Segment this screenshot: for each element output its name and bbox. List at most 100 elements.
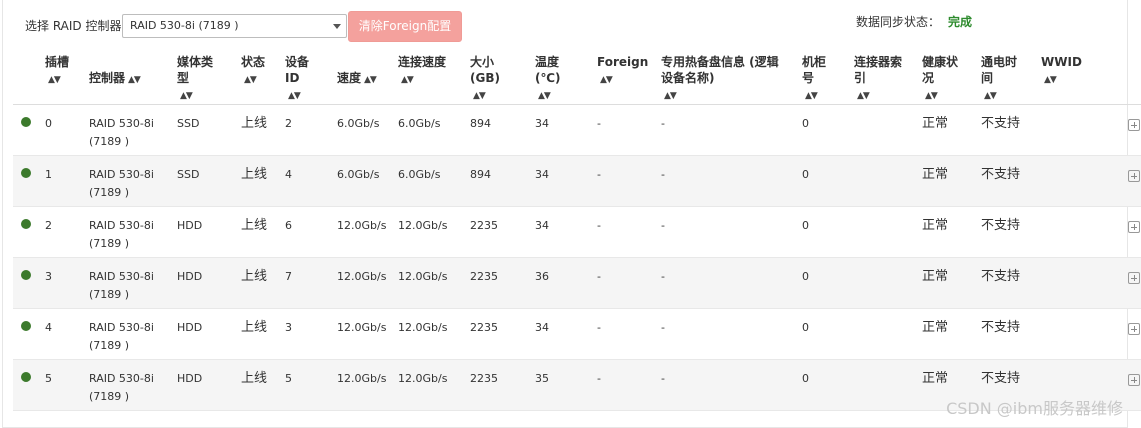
cell-device-id: 4 <box>285 168 292 181</box>
sort-arrows-icon: ▲▼ <box>473 91 486 101</box>
sort-arrows-icon: ▲▼ <box>600 75 613 85</box>
header-link-speed[interactable]: 连接速度 ▲▼ <box>396 46 468 105</box>
sort-arrows-icon: ▲▼ <box>538 91 551 101</box>
header-foreign[interactable]: Foreign ▲▼ <box>595 46 659 105</box>
status-dot-icon <box>21 321 31 331</box>
header-device-id[interactable]: 设备ID ▲▼ <box>283 46 335 105</box>
header-health[interactable]: 健康状况 ▲▼ <box>920 46 979 105</box>
cell-temp: 34 <box>535 219 549 232</box>
header-state[interactable]: 状态 ▲▼ <box>239 46 283 105</box>
sort-arrows-icon: ▲▼ <box>805 91 818 101</box>
cell-power-on: 不支持 <box>981 218 1021 233</box>
table-row[interactable]: 2 RAID 530-8i (7189 ) HDD 上线 6 12.0Gb/s 12.0Gb… <box>13 207 1141 258</box>
cell-state: 上线 <box>241 320 268 335</box>
status-dot-icon <box>21 219 31 229</box>
header-controller[interactable]: 控制器 ▲▼ <box>87 46 175 105</box>
cell-slot: 1 <box>45 168 52 181</box>
cell-size: 2235 <box>470 270 498 283</box>
cell-link-speed: 12.0Gb/s <box>398 219 448 232</box>
cell-connector <box>852 156 920 207</box>
expand-plus-icon[interactable] <box>1128 323 1140 335</box>
cell-foreign: - <box>597 270 601 283</box>
clear-foreign-button[interactable]: 清除Foreign配置 <box>348 11 462 42</box>
header-size[interactable]: 大小(GB) ▲▼ <box>468 46 533 105</box>
cell-power-on: 不支持 <box>981 167 1021 182</box>
toolbar: 选择 RAID 控制器 RAID 530-8i (7189 ) 清除Foreig… <box>3 0 1127 46</box>
cell-connector <box>852 207 920 258</box>
cell-temp: 34 <box>535 321 549 334</box>
cell-size: 2235 <box>470 219 498 232</box>
cell-foreign: - <box>597 168 601 181</box>
cell-foreign: - <box>597 321 601 334</box>
header-speed[interactable]: 速度 ▲▼ <box>335 46 396 105</box>
expand-plus-icon[interactable] <box>1128 119 1140 131</box>
table-row[interactable]: 4 RAID 530-8i (7189 ) HDD 上线 3 12.0Gb/s 12.0Gb… <box>13 309 1141 360</box>
cell-state: 上线 <box>241 371 268 386</box>
cell-temp: 34 <box>535 168 549 181</box>
cell-state: 上线 <box>241 116 268 131</box>
cell-media: HDD <box>177 270 203 283</box>
cell-wwid <box>1039 105 1120 156</box>
header-enclosure[interactable]: 机柜号 ▲▼ <box>800 46 852 105</box>
controller-select[interactable]: RAID 530-8i (7189 ) <box>122 14 347 38</box>
header-connector-index[interactable]: 连接器索引 ▲▼ <box>852 46 920 105</box>
cell-enclosure: 0 <box>802 321 809 334</box>
cell-link-speed: 6.0Gb/s <box>398 117 441 130</box>
expand-plus-icon[interactable] <box>1128 374 1140 386</box>
cell-wwid <box>1039 207 1120 258</box>
cell-link-speed: 12.0Gb/s <box>398 321 448 334</box>
cell-speed: 12.0Gb/s <box>337 372 387 385</box>
header-wwid[interactable]: WWID ▲▼ <box>1039 46 1120 105</box>
row-expand-cell <box>1120 207 1141 258</box>
cell-enclosure: 0 <box>802 117 809 130</box>
table-row[interactable]: 1 RAID 530-8i (7189 ) SSD 上线 4 6.0Gb/s 6.0Gb/s… <box>13 155 1141 207</box>
cell-health: 正常 <box>922 269 949 284</box>
sort-arrows-icon: ▲▼ <box>128 75 141 85</box>
header-hotspare-info[interactable]: 专用热备盘信息 (逻辑设备名称) ▲▼ <box>659 46 800 105</box>
cell-wwid <box>1039 309 1120 360</box>
cell-media: SSD <box>177 168 200 181</box>
sort-arrows-icon: ▲▼ <box>244 75 257 85</box>
cell-device-id: 7 <box>285 270 292 283</box>
header-slot[interactable]: 插槽 ▲▼ <box>43 46 87 105</box>
cell-hotspare: - <box>661 219 665 232</box>
expand-plus-icon[interactable] <box>1128 170 1140 182</box>
cell-slot: 4 <box>45 321 52 334</box>
sort-arrows-icon: ▲▼ <box>401 75 414 85</box>
cell-controller: RAID 530-8i (7189 ) <box>89 321 154 352</box>
cell-size: 894 <box>470 117 491 130</box>
table-row[interactable]: 0 RAID 530-8i (7189 ) SSD 上线 2 6.0Gb/s 6.0Gb/s… <box>13 105 1141 156</box>
cell-link-speed: 12.0Gb/s <box>398 372 448 385</box>
cell-slot: 3 <box>45 270 52 283</box>
cell-device-id: 2 <box>285 117 292 130</box>
cell-state: 上线 <box>241 269 268 284</box>
cell-device-id: 6 <box>285 219 292 232</box>
cell-speed: 6.0Gb/s <box>337 117 380 130</box>
expand-plus-icon[interactable] <box>1128 221 1140 233</box>
controller-select-value: RAID 530-8i (7189 ) <box>130 19 239 32</box>
cell-hotspare: - <box>661 321 665 334</box>
cell-slot: 2 <box>45 219 52 232</box>
sort-arrows-icon: ▲▼ <box>925 91 938 101</box>
row-status-cell <box>13 258 43 309</box>
sort-arrows-icon: ▲▼ <box>288 91 301 101</box>
expand-plus-icon[interactable] <box>1128 272 1140 284</box>
sort-arrows-icon: ▲▼ <box>48 75 61 85</box>
header-media-type[interactable]: 媒体类型 ▲▼ <box>175 46 239 105</box>
row-status-cell <box>13 207 43 258</box>
row-expand-cell <box>1120 309 1141 360</box>
table-row[interactable]: 3 RAID 530-8i (7189 ) HDD 上线 7 12.0Gb/s 12.0Gb… <box>13 257 1141 309</box>
sync-status-label: 数据同步状态： <box>856 15 941 29</box>
cell-power-on: 不支持 <box>981 320 1021 335</box>
header-temperature[interactable]: 温度(℃) ▲▼ <box>533 46 595 105</box>
raid-physical-disk-panel: 选择 RAID 控制器 RAID 530-8i (7189 ) 清除Foreig… <box>2 0 1141 428</box>
cell-link-speed: 6.0Gb/s <box>398 168 441 181</box>
row-status-cell <box>13 360 43 411</box>
cell-controller: RAID 530-8i (7189 ) <box>89 168 154 199</box>
header-power-on-time[interactable]: 通电时间 ▲▼ <box>979 46 1039 105</box>
cell-wwid <box>1039 258 1120 309</box>
cell-power-on: 不支持 <box>981 116 1021 131</box>
cell-foreign: - <box>597 117 601 130</box>
cell-foreign: - <box>597 372 601 385</box>
sort-arrows-icon: ▲▼ <box>857 91 870 101</box>
